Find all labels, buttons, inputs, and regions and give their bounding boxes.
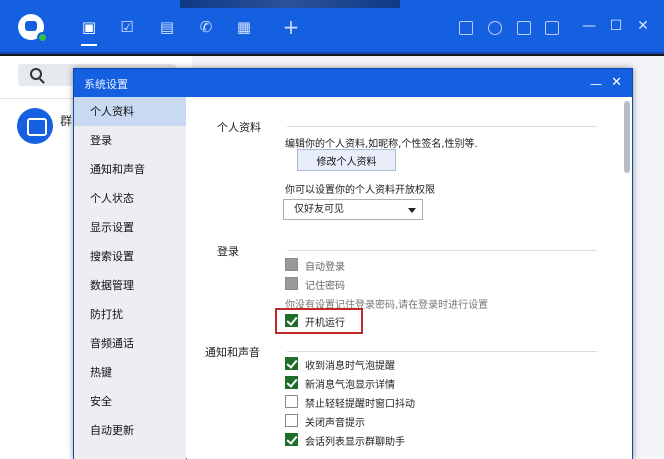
profile-permission-desc: 你可以设置你的个人资料开放权限: [285, 185, 435, 196]
chevron-down-icon: [408, 208, 416, 213]
divider: [287, 351, 597, 352]
nav-item-status[interactable]: 个人状态: [74, 184, 186, 213]
background-strip: [180, 0, 400, 8]
settings-nav: 个人资料 登录 通知和声音 个人状态 显示设置 搜索设置 数据管理 防打扰 音频…: [74, 97, 186, 459]
nav-item-login[interactable]: 登录: [74, 126, 186, 155]
settings-content: 个人资料 编辑你的个人资料,如昵称,个性签名,性别等. 修改个人资料 你可以设置…: [187, 97, 632, 459]
apps-icon[interactable]: ▦: [234, 17, 254, 37]
bubble-alert-label: 收到消息时气泡提醒: [305, 361, 395, 372]
folder-icon[interactable]: [517, 21, 531, 35]
mute-sound-checkbox[interactable]: [285, 414, 298, 427]
group-assistant-checkbox[interactable]: [285, 433, 298, 446]
bubble-alert-checkbox[interactable]: [285, 357, 298, 370]
contacts-icon[interactable]: ▤: [157, 17, 177, 37]
app-top-bar: ▣ ☑ ▤ ✆ ▦ + — ☐ ✕: [0, 0, 664, 54]
nav-item-search[interactable]: 搜索设置: [74, 242, 186, 271]
add-icon[interactable]: +: [281, 17, 301, 37]
nav-item-notify[interactable]: 通知和声音: [74, 155, 186, 184]
search-icon: [30, 68, 42, 80]
save-icon[interactable]: [459, 21, 473, 35]
profile-permission-select[interactable]: 仅好友可见: [283, 199, 423, 220]
nav-item-data[interactable]: 数据管理: [74, 271, 186, 300]
calendar-icon[interactable]: ☑: [117, 17, 137, 37]
bubble-detail-checkbox[interactable]: [285, 376, 298, 389]
dialog-close-button[interactable]: ✕: [611, 75, 622, 90]
nav-item-dnd[interactable]: 防打扰: [74, 300, 186, 329]
group-avatar[interactable]: [17, 108, 53, 144]
section-title-notify: 通知和声音: [205, 346, 260, 359]
divider: [287, 250, 597, 251]
highlight-box: [275, 308, 363, 334]
no-shake-checkbox[interactable]: [285, 395, 298, 408]
dialog-title-bar[interactable]: 系统设置 — ✕: [74, 69, 632, 97]
profile-desc: 编辑你的个人资料,如昵称,个性签名,性别等.: [285, 139, 478, 150]
minimize-button[interactable]: —: [580, 17, 598, 35]
phone-icon[interactable]: ✆: [196, 17, 216, 37]
nav-item-audio[interactable]: 音频通话: [74, 329, 186, 358]
group-name[interactable]: 群: [60, 112, 72, 129]
user-avatar[interactable]: [18, 14, 48, 43]
edit-profile-button[interactable]: 修改个人资料: [297, 149, 396, 171]
nav-item-security[interactable]: 安全: [74, 387, 186, 416]
section-title-profile: 个人资料: [217, 121, 261, 134]
nav-item-hotkeys[interactable]: 热键: [74, 358, 186, 387]
online-status-icon: [37, 32, 48, 43]
nav-item-display[interactable]: 显示设置: [74, 213, 186, 242]
nav-item-profile[interactable]: 个人资料: [74, 97, 186, 126]
no-shake-label: 禁止轻轻提醒时窗口抖动: [305, 399, 415, 410]
chat-icon[interactable]: ▣: [79, 17, 99, 46]
bubble-detail-label: 新消息气泡显示详情: [305, 380, 395, 391]
mute-sound-label: 关闭声音提示: [305, 418, 365, 429]
auto-login-label: 自动登录: [305, 262, 345, 273]
remember-password-checkbox[interactable]: [285, 277, 298, 290]
auto-login-checkbox[interactable]: [285, 258, 298, 271]
group-assistant-label: 会话列表显示群聊助手: [305, 437, 405, 448]
settings-dialog: 系统设置 — ✕ 个人资料 登录 通知和声音 个人状态 显示设置 搜索设置 数据…: [73, 68, 633, 459]
nav-item-update[interactable]: 自动更新: [74, 416, 186, 445]
maximize-button[interactable]: ☐: [607, 17, 625, 35]
remember-password-label: 记住密码: [305, 281, 345, 292]
cube-icon[interactable]: [545, 21, 559, 35]
section-title-login: 登录: [217, 245, 239, 258]
divider: [287, 126, 597, 127]
select-value: 仅好友可见: [294, 204, 344, 215]
dialog-minimize-button[interactable]: —: [590, 77, 602, 91]
scrollbar[interactable]: [624, 101, 630, 173]
close-button[interactable]: ✕: [634, 17, 652, 35]
dialog-title: 系统设置: [84, 78, 128, 91]
history-icon[interactable]: [488, 21, 502, 35]
